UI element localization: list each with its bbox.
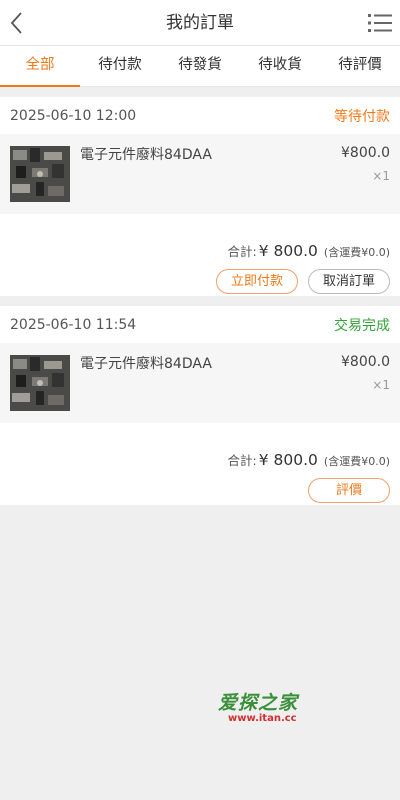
pay-now-button[interactable]: 立即付款 <box>216 269 298 294</box>
shipping-note: (含運費¥0.0) <box>323 246 390 259</box>
tab-all[interactable]: 全部 <box>0 46 80 87</box>
order-card: 2025-06-10 11:54 交易完成 電子元件廢料84DAA ¥800.0… <box>0 306 400 505</box>
total-amount: ¥ 800.0 <box>258 451 318 469</box>
order-total: 合計: ¥ 800.0 (含運費¥0.0) <box>0 423 400 469</box>
product-thumbnail <box>10 355 70 411</box>
total-label: 合計: <box>227 453 257 468</box>
tab-pending-review[interactable]: 待評價 <box>320 46 400 86</box>
watermark-url: www.itan.cc <box>228 713 297 724</box>
order-header: 2025-06-10 11:54 交易完成 <box>0 306 400 343</box>
review-button[interactable]: 評價 <box>308 478 390 503</box>
order-card: 2025-06-10 12:00 等待付款 電子元件廢料84DAA ¥800.0… <box>0 97 400 296</box>
tab-pending-receipt[interactable]: 待收貨 <box>240 46 320 86</box>
product-price: ¥800.0 <box>341 145 390 161</box>
product-quantity: ×1 <box>372 378 390 392</box>
total-label: 合計: <box>227 244 257 259</box>
page-title: 我的訂單 <box>166 13 234 33</box>
order-tabs: 全部 待付款 待發貨 待收貨 待評價 <box>0 46 400 87</box>
product-thumbnail <box>10 146 70 202</box>
order-actions: 評價 <box>0 469 400 503</box>
list-menu-icon <box>368 14 392 32</box>
watermark-logo: 爱探之家 <box>218 692 299 714</box>
order-total: 合計: ¥ 800.0 (含運費¥0.0) <box>0 214 400 260</box>
order-actions: 立即付款 取消訂單 <box>0 260 400 294</box>
order-item[interactable]: 電子元件廢料84DAA ¥800.0 ×1 <box>0 134 400 214</box>
site-watermark: 爱探之家 www.itan.cc <box>218 688 328 728</box>
cancel-order-button[interactable]: 取消訂單 <box>308 269 390 294</box>
top-bar: 我的訂單 <box>0 0 400 46</box>
order-status: 等待付款 <box>334 108 390 125</box>
product-price: ¥800.0 <box>341 354 390 370</box>
order-datetime: 2025-06-10 11:54 <box>10 316 137 333</box>
shipping-note: (含運費¥0.0) <box>323 455 390 468</box>
menu-button[interactable] <box>366 10 394 36</box>
order-header: 2025-06-10 12:00 等待付款 <box>0 97 400 134</box>
product-name: 電子元件廢料84DAA <box>80 147 212 163</box>
tab-pending-payment[interactable]: 待付款 <box>80 46 160 86</box>
order-status: 交易完成 <box>334 317 390 334</box>
product-name: 電子元件廢料84DAA <box>80 356 212 372</box>
total-amount: ¥ 800.0 <box>258 242 318 260</box>
order-item[interactable]: 電子元件廢料84DAA ¥800.0 ×1 <box>0 343 400 423</box>
tab-pending-shipment[interactable]: 待發貨 <box>160 46 240 86</box>
order-datetime: 2025-06-10 12:00 <box>10 107 137 124</box>
product-quantity: ×1 <box>372 169 390 183</box>
